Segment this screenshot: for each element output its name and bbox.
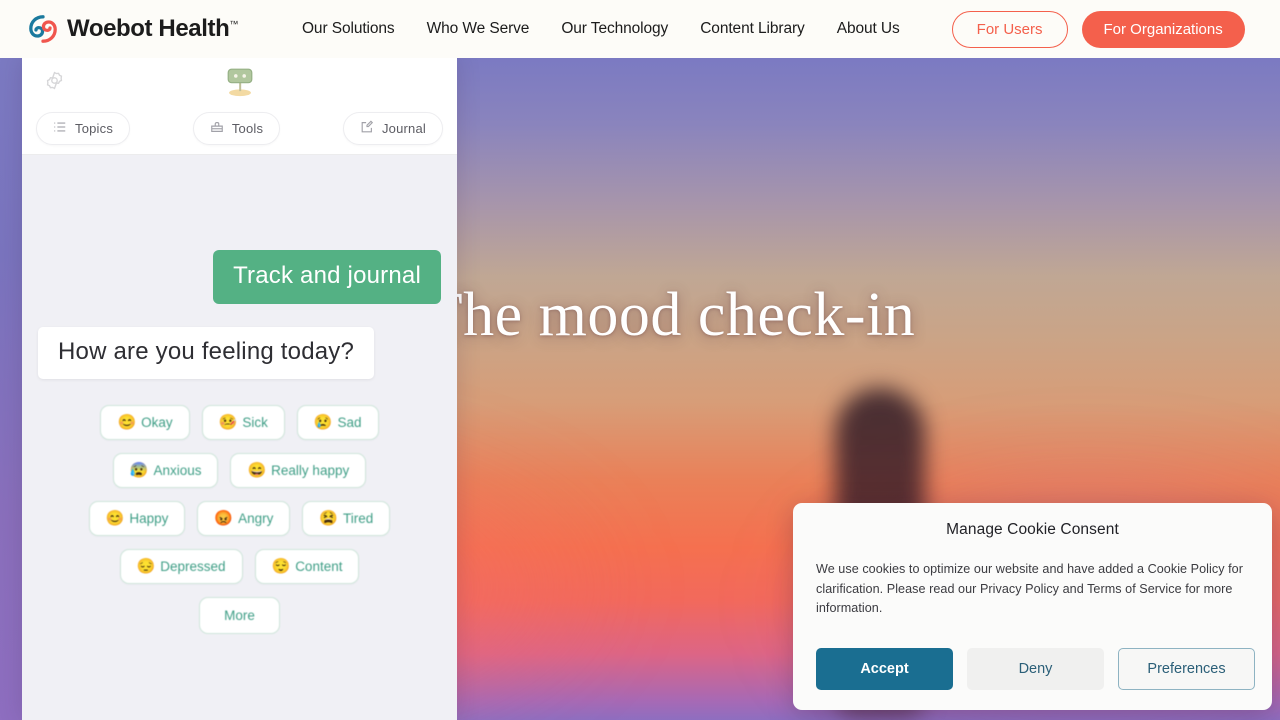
nav-item-our-solutions[interactable]: Our Solutions	[286, 20, 411, 38]
app-topbar	[22, 58, 457, 103]
cookie-preferences-button[interactable]: Preferences	[1118, 648, 1255, 690]
bot-message-row: How are you feeling today?	[38, 327, 441, 379]
gear-icon[interactable]	[44, 70, 65, 96]
woebot-swirl-logo-icon	[28, 14, 58, 44]
cookie-deny-button[interactable]: Deny	[967, 648, 1104, 690]
mood-chip-label: Tired	[343, 511, 374, 526]
mood-chip-happy[interactable]: 😊 Happy	[88, 501, 186, 536]
brand-name-text: Woebot Health	[67, 15, 230, 42]
for-users-button[interactable]: For Users	[951, 10, 1068, 48]
pencil-square-icon	[360, 120, 374, 137]
mood-chip-label: Content	[295, 559, 343, 574]
nav-item-who-we-serve[interactable]: Who We Serve	[411, 20, 546, 38]
mood-more-row: More	[38, 597, 441, 634]
app-mockup-panel: Topics Tools Journal Track and journal H…	[22, 58, 457, 720]
emoji-icon: 😰	[129, 462, 149, 479]
app-tab-bar: Topics Tools Journal	[22, 103, 457, 155]
app-tab-topics-label: Topics	[75, 121, 114, 136]
brand-logo[interactable]: Woebot Health™	[28, 14, 238, 44]
emoji-icon: 😌	[271, 558, 291, 575]
nav-item-about-us[interactable]: About Us	[821, 20, 916, 38]
mood-chip-okay[interactable]: 😊 Okay	[100, 405, 190, 440]
for-organizations-button[interactable]: For Organizations	[1081, 10, 1245, 48]
mood-chip-label: Depressed	[160, 559, 226, 574]
cookie-consent-actions: Accept Deny Preferences	[816, 648, 1255, 690]
app-tab-journal-label: Journal	[381, 121, 426, 136]
header-cta-group: For Users For Organizations	[951, 10, 1245, 48]
mood-options-grid: 😊 Okay 🤒 Sick 😢 Sad 😰 Anxious 😄 Really h…	[38, 405, 441, 634]
mood-chip-content[interactable]: 😌 Content	[254, 549, 360, 584]
app-panel-left-strip	[0, 58, 22, 720]
mood-chip-tired[interactable]: 😫 Tired	[302, 501, 391, 536]
mood-chip-label: Sick	[242, 415, 268, 430]
bot-message-bubble: How are you feeling today?	[38, 327, 375, 379]
mood-row: 😰 Anxious 😄 Really happy	[38, 453, 441, 488]
brand-name: Woebot Health™	[67, 15, 238, 43]
woebot-robot-avatar-icon	[223, 65, 257, 97]
app-tab-tools-label: Tools	[231, 121, 264, 136]
cookie-consent-body: We use cookies to optimize our website a…	[816, 562, 1243, 616]
chat-area: Track and journal How are you feeling to…	[22, 155, 457, 720]
mood-chip-sad[interactable]: 😢 Sad	[296, 405, 379, 440]
emoji-icon: 😄	[247, 462, 267, 479]
emoji-icon: 😡	[214, 510, 234, 527]
brand-trademark: ™	[229, 19, 238, 29]
nav-item-content-library[interactable]: Content Library	[684, 20, 820, 38]
mood-more-button[interactable]: More	[199, 597, 280, 634]
cookie-consent-dialog: Manage Cookie Consent We use cookies to …	[793, 503, 1272, 710]
nav-item-our-technology[interactable]: Our Technology	[545, 20, 684, 38]
mood-chip-label: Okay	[141, 415, 173, 430]
mood-chip-depressed[interactable]: 😔 Depressed	[119, 549, 243, 584]
app-tab-topics[interactable]: Topics	[36, 112, 131, 145]
mood-chip-really-happy[interactable]: 😄 Really happy	[230, 453, 367, 488]
mood-chip-label: Sad	[337, 415, 362, 430]
mood-chip-label: Angry	[238, 511, 274, 526]
site-header: Woebot Health™ Our Solutions Who We Serv…	[0, 0, 1280, 58]
mood-chip-angry[interactable]: 😡 Angry	[197, 501, 291, 536]
emoji-icon: 😊	[117, 414, 137, 431]
user-message-row: Track and journal	[38, 250, 441, 304]
user-message-bubble: Track and journal	[213, 250, 441, 304]
emoji-icon: 😊	[105, 510, 125, 527]
cookie-accept-button[interactable]: Accept	[816, 648, 953, 690]
page-root: Woebot Health™ Our Solutions Who We Serv…	[0, 0, 1280, 720]
app-tab-journal[interactable]: Journal	[342, 112, 443, 145]
mood-row: 😊 Okay 🤒 Sick 😢 Sad	[38, 405, 441, 440]
emoji-icon: 😢	[313, 414, 333, 431]
main-navigation: Our Solutions Who We Serve Our Technolog…	[286, 20, 916, 38]
mood-chip-label: Anxious	[153, 463, 202, 478]
emoji-icon: 🤒	[218, 414, 238, 431]
app-tab-tools[interactable]: Tools	[192, 112, 281, 145]
mood-chip-label: Happy	[129, 511, 169, 526]
list-icon	[53, 120, 67, 137]
mood-chip-sick[interactable]: 🤒 Sick	[201, 405, 285, 440]
toolbox-icon	[210, 120, 224, 137]
mood-chip-label: Really happy	[271, 463, 350, 478]
emoji-icon: 😔	[136, 558, 156, 575]
mood-row: 😔 Depressed 😌 Content	[38, 549, 441, 584]
mood-row: 😊 Happy 😡 Angry 😫 Tired	[38, 501, 441, 536]
cookie-consent-title: Manage Cookie Consent	[946, 521, 1119, 538]
mood-chip-anxious[interactable]: 😰 Anxious	[112, 453, 219, 488]
emoji-icon: 😫	[319, 510, 339, 527]
